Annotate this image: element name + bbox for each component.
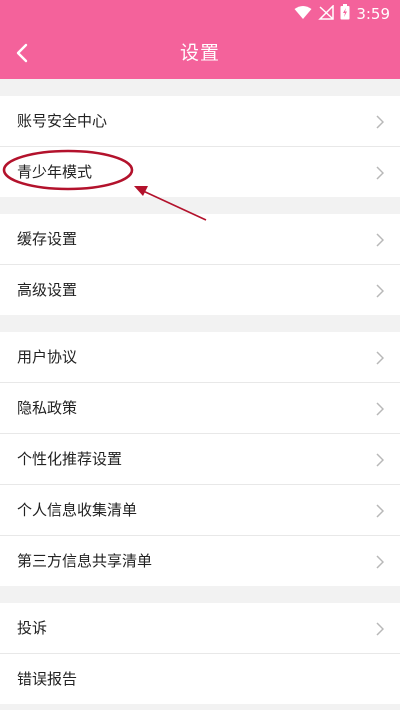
settings-item-label: 用户协议 [17, 348, 78, 366]
settings-item-personalized-recommendation[interactable]: 个性化推荐设置 [0, 433, 400, 484]
settings-item-label: 缓存设置 [17, 230, 78, 248]
settings-item-label: 账号安全中心 [17, 112, 108, 130]
settings-group-account: 账号安全中心 青少年模式 [0, 96, 400, 197]
chevron-right-icon [376, 165, 385, 180]
settings-item-third-party-sharing[interactable]: 第三方信息共享清单 [0, 535, 400, 586]
settings-item-cache[interactable]: 缓存设置 [0, 214, 400, 264]
settings-item-label: 投诉 [17, 619, 48, 637]
app-bar: 设置 [0, 27, 400, 79]
settings-item-label: 青少年模式 [17, 163, 93, 181]
settings-item-personal-info-list[interactable]: 个人信息收集清单 [0, 484, 400, 535]
settings-item-user-agreement[interactable]: 用户协议 [0, 332, 400, 382]
chevron-right-icon [376, 621, 385, 636]
chevron-right-icon [376, 452, 385, 467]
settings-group-feedback: 投诉 错误报告 [0, 603, 400, 704]
settings-item-privacy-policy[interactable]: 隐私政策 [0, 382, 400, 433]
settings-item-youth-mode[interactable]: 青少年模式 [0, 146, 400, 197]
settings-item-label: 个人信息收集清单 [17, 501, 138, 519]
settings-group-storage: 缓存设置 高级设置 [0, 214, 400, 315]
status-icons: 3:59 [294, 3, 390, 24]
section-divider [0, 586, 400, 603]
no-signal-icon [318, 3, 335, 24]
settings-item-label: 个性化推荐设置 [17, 450, 123, 468]
section-divider [0, 315, 400, 332]
section-divider [0, 197, 400, 214]
settings-item-advanced[interactable]: 高级设置 [0, 264, 400, 315]
status-time: 3:59 [356, 4, 390, 23]
settings-group-privacy: 用户协议 隐私政策 个性化推荐设置 个人信息收集清单 第三方信息共享清单 [0, 332, 400, 586]
settings-item-error-report[interactable]: 错误报告 [0, 653, 400, 704]
chevron-right-icon [376, 350, 385, 365]
settings-item-label: 高级设置 [17, 281, 78, 299]
chevron-right-icon [376, 114, 385, 129]
battery-charging-icon [340, 4, 350, 24]
chevron-right-icon [376, 232, 385, 247]
chevron-right-icon [376, 554, 385, 569]
settings-item-label: 错误报告 [17, 670, 78, 688]
settings-list: 账号安全中心 青少年模式 缓存设置 高级设置 用户协议 隐私政策 个性化推荐设置 [0, 79, 400, 704]
status-bar: 3:59 [0, 0, 400, 27]
chevron-right-icon [376, 283, 385, 298]
section-divider [0, 79, 400, 96]
settings-item-complaint[interactable]: 投诉 [0, 603, 400, 653]
settings-item-account-security[interactable]: 账号安全中心 [0, 96, 400, 146]
chevron-right-icon [376, 401, 385, 416]
page-title: 设置 [179, 42, 220, 64]
wifi-icon [294, 5, 312, 24]
settings-item-label: 隐私政策 [17, 399, 78, 417]
settings-item-label: 第三方信息共享清单 [17, 552, 153, 570]
chevron-right-icon [376, 503, 385, 518]
